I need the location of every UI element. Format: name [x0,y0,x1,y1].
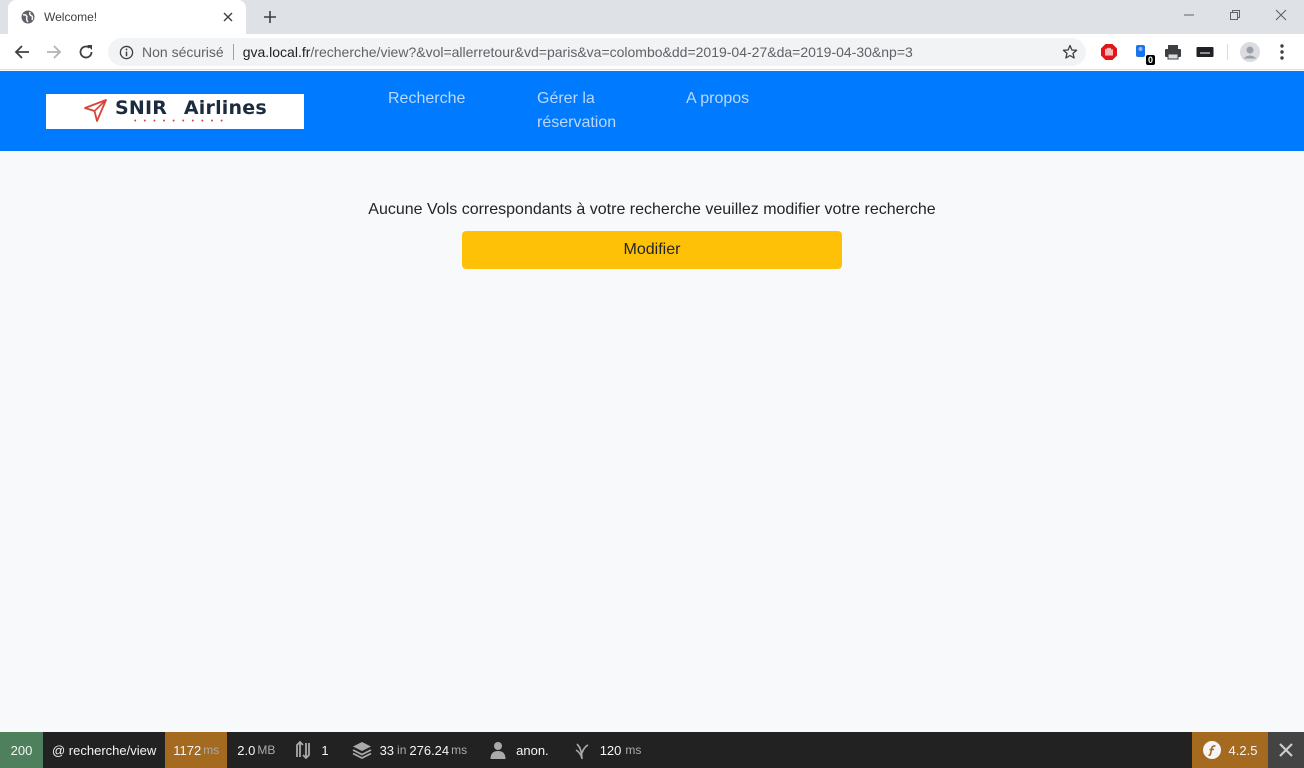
globe-icon [20,9,36,25]
nav-recherche[interactable]: Recherche [388,87,465,111]
nav-gerer-reservation[interactable]: Gérer la réservation [537,87,637,135]
request-time[interactable]: 1172 ms [165,732,228,768]
toolbar-divider [1227,44,1228,60]
templates-count: 33 [379,742,395,758]
memory-usage[interactable]: 2.0 MB [227,732,284,768]
templates-unit: ms [451,743,468,757]
request-time-unit: ms [203,743,220,757]
symfony-debug-toolbar: 200 @ recherche/view 1172 ms 2.0 MB 1 33 i… [0,732,1304,768]
url-host: gva.local.fr [242,44,311,60]
tab-title: Welcome! [44,10,98,24]
brand-dots: • • • • • • • • • • [134,118,226,125]
render-time-value: 120 [599,742,622,758]
render-time-unit: ms [625,743,642,757]
adblock-icon[interactable] [1099,42,1119,62]
keyboard-icon[interactable] [1195,42,1215,62]
paper-plane-icon [83,97,109,128]
requests-icon [293,740,313,760]
modify-search-button[interactable]: Modifier [462,231,842,269]
info-icon[interactable] [118,44,134,60]
plus-icon[interactable] [258,6,282,28]
route-name[interactable]: @ recherche/view [43,732,165,768]
reload-icon[interactable] [72,38,100,66]
profile-icon[interactable] [1240,42,1260,62]
layers-icon [352,740,372,760]
star-icon[interactable] [1062,44,1078,60]
browser-tab[interactable]: Welcome! [8,0,246,34]
minimize-icon[interactable] [1166,0,1212,30]
templates-time: 276.24 [409,742,450,758]
url-text[interactable]: gva.local.fr/recherche/view?&vol=allerre… [243,44,913,60]
requests-count: 1 [321,742,329,758]
request-time-value: 1172 [173,742,202,758]
requests-panel[interactable]: 1 [284,732,337,768]
extension-badge: 0 [1145,55,1155,65]
extension-icon[interactable]: 0 [1131,42,1155,65]
address-bar[interactable]: Non sécurisé gva.local.fr/recherche/view… [108,38,1086,66]
memory-unit: MB [257,743,276,757]
symfony-version-number: 4.2.5 [1228,742,1258,758]
render-time-panel[interactable]: 120 ms [558,732,651,768]
brand-logo[interactable]: SNIR Airlines • • • • • • • • • • [46,94,304,129]
menu-icon[interactable] [1272,42,1292,62]
printer-icon[interactable] [1163,42,1183,62]
status-code[interactable]: 200 [0,732,43,768]
restore-icon[interactable] [1212,0,1258,30]
window-close-icon[interactable] [1258,0,1304,30]
nav-a-propos[interactable]: A propos [686,87,749,111]
templates-panel[interactable]: 33 in 276.24 ms [338,732,477,768]
back-icon[interactable] [8,38,36,66]
url-path: /recherche/view?&vol=allerretour&vd=pari… [310,44,913,60]
brand-name: SNIR Airlines [115,97,267,119]
forward-icon[interactable] [40,38,68,66]
no-results-message: Aucune Vols correspondants à votre reche… [368,201,936,218]
templates-in: in [397,743,407,757]
close-toolbar-icon[interactable] [1268,732,1304,768]
address-divider [232,44,234,60]
symfony-version[interactable]: 4.2.5 [1192,732,1268,768]
site-header: SNIR Airlines • • • • • • • • • • Recher… [0,71,1304,151]
memory-value: 2.0 [237,742,256,758]
user-panel[interactable]: anon. [476,732,558,768]
symfony-logo-icon [1202,741,1221,759]
twig-icon [572,740,592,760]
browser-toolbar: Non sécurisé gva.local.fr/recherche/view… [0,34,1304,70]
tab-strip: Welcome! [0,0,1304,34]
security-label[interactable]: Non sécurisé [142,44,224,60]
user-name: anon. [516,742,549,758]
user-icon [488,740,508,760]
close-icon[interactable] [220,9,236,25]
